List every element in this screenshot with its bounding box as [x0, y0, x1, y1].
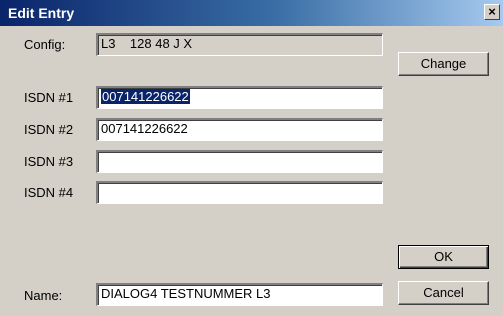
isdn2-field[interactable]: 007141226622 — [96, 118, 383, 141]
name-field[interactable]: DIALOG4 TESTNUMMER L3 — [96, 283, 383, 306]
isdn1-field[interactable]: 007141226622 — [96, 86, 383, 109]
isdn3-label: ISDN #3 — [24, 154, 74, 169]
isdn4-label: ISDN #4 — [24, 185, 74, 200]
ok-button[interactable]: OK — [398, 245, 489, 269]
config-field: L3 128 48 J X — [96, 33, 383, 56]
isdn1-label: ISDN #1 — [24, 90, 74, 105]
isdn4-field[interactable] — [96, 181, 383, 204]
isdn2-label: ISDN #2 — [24, 122, 74, 137]
name-label: Name: — [24, 288, 63, 303]
isdn1-selected-text: 007141226622 — [101, 89, 190, 104]
title-bar[interactable]: Edit Entry × — [0, 0, 503, 26]
isdn3-field[interactable] — [96, 150, 383, 173]
cancel-button[interactable]: Cancel — [398, 281, 489, 305]
close-icon[interactable]: × — [484, 4, 500, 20]
window-title: Edit Entry — [8, 5, 75, 21]
config-label: Config: — [24, 37, 66, 52]
change-button[interactable]: Change — [398, 52, 489, 76]
